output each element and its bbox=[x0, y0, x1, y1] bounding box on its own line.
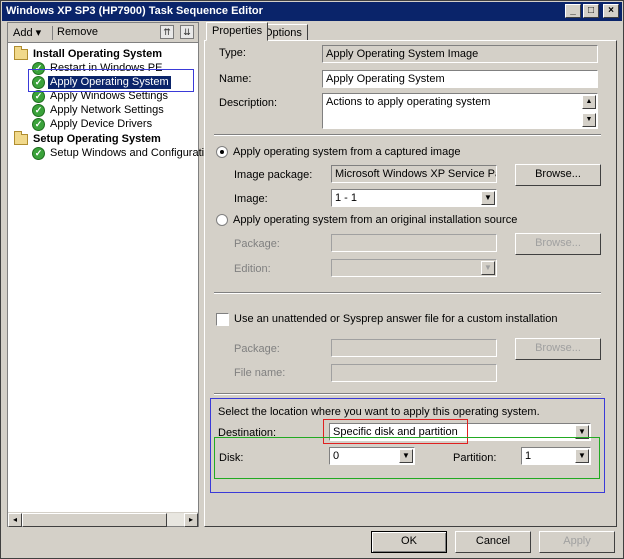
move-up-icon[interactable]: ⇈ bbox=[160, 25, 174, 39]
type-label: Type: bbox=[219, 47, 246, 59]
answer-package-browse-button[interactable]: Browse... bbox=[515, 338, 601, 360]
tab-properties[interactable]: Properties bbox=[206, 22, 269, 41]
tree-toolbar: Add ▾ Remove ⇈ ⇊ bbox=[8, 23, 198, 43]
window-title: Windows XP SP3 (HP7900) Task Sequence Ed… bbox=[6, 5, 263, 17]
partition-select[interactable]: 1 ▼ bbox=[521, 447, 591, 465]
task-sequence-editor-window: Windows XP SP3 (HP7900) Task Sequence Ed… bbox=[0, 0, 624, 559]
add-menu-button[interactable]: Add ▾ bbox=[11, 26, 43, 40]
tree-horizontal-scrollbar[interactable]: ◂ ▸ bbox=[8, 512, 198, 527]
window-controls: _ □ × bbox=[565, 4, 619, 18]
chevron-down-icon: ▾ bbox=[35, 27, 42, 39]
move-buttons: ⇈ ⇊ bbox=[160, 25, 194, 39]
chevron-down-icon: ▼ bbox=[481, 261, 495, 275]
tree-group-setup-os[interactable]: Setup Operating System bbox=[14, 130, 163, 146]
apply-button[interactable]: Apply bbox=[539, 531, 615, 553]
section-divider bbox=[214, 292, 601, 294]
image-package-field: Microsoft Windows XP Service Pack 3 bbox=[331, 165, 497, 183]
image-package-label: Image package: bbox=[234, 169, 313, 181]
chevron-down-icon[interactable]: ▼ bbox=[399, 449, 413, 463]
tree-group-install-os[interactable]: Install Operating System bbox=[14, 45, 164, 61]
tree-item-apply-network-settings[interactable]: ✓ Apply Network Settings bbox=[32, 103, 166, 117]
move-down-icon[interactable]: ⇊ bbox=[180, 25, 194, 39]
section-divider bbox=[214, 393, 601, 395]
scroll-left-icon[interactable]: ◂ bbox=[8, 513, 22, 527]
tree-group-label: Setup Operating System bbox=[33, 132, 161, 145]
image-select-value: 1 - 1 bbox=[335, 192, 358, 204]
answer-package-label: Package: bbox=[234, 343, 280, 355]
answer-file-checkbox[interactable] bbox=[216, 313, 229, 326]
folder-icon bbox=[14, 130, 28, 145]
check-icon: ✓ bbox=[32, 117, 45, 131]
original-source-radio-label[interactable]: Apply operating system from an original … bbox=[233, 214, 517, 226]
partition-label: Partition: bbox=[453, 452, 497, 464]
package-field bbox=[331, 234, 497, 252]
image-package-browse-button[interactable]: Browse... bbox=[515, 164, 601, 186]
folder-icon bbox=[14, 45, 28, 60]
check-icon: ✓ bbox=[32, 103, 45, 117]
title-bar[interactable]: Windows XP SP3 (HP7900) Task Sequence Ed… bbox=[2, 2, 622, 21]
close-button[interactable]: × bbox=[603, 4, 619, 18]
description-text: Actions to apply operating system bbox=[326, 96, 491, 108]
toolbar-separator bbox=[52, 26, 53, 40]
name-label: Name: bbox=[219, 73, 252, 85]
edition-select: ▼ bbox=[331, 259, 497, 277]
captured-image-radio[interactable] bbox=[216, 146, 228, 158]
chevron-down-icon[interactable]: ▼ bbox=[575, 449, 589, 463]
annotation-highlight-tree-item bbox=[28, 69, 194, 92]
task-sequence-pane: Add ▾ Remove ⇈ ⇊ Install Operating Syste… bbox=[7, 22, 216, 527]
scroll-up-icon[interactable]: ▲ bbox=[582, 95, 596, 109]
location-heading: Select the location where you want to ap… bbox=[218, 406, 540, 418]
scroll-down-icon[interactable]: ▼ bbox=[582, 113, 596, 127]
filename-field bbox=[331, 364, 497, 382]
description-textarea[interactable]: Actions to apply operating system ▲ ▼ bbox=[322, 93, 598, 129]
image-select[interactable]: 1 - 1 ▼ bbox=[331, 189, 497, 207]
package-browse-button[interactable]: Browse... bbox=[515, 233, 601, 255]
disk-select-value: 0 bbox=[333, 450, 340, 462]
scroll-thumb[interactable] bbox=[22, 513, 167, 527]
image-label: Image: bbox=[234, 193, 268, 205]
check-icon: ✓ bbox=[32, 146, 45, 160]
name-input[interactable]: Apply Operating System bbox=[322, 70, 598, 88]
tree-item-apply-device-drivers[interactable]: ✓ Apply Device Drivers bbox=[32, 117, 154, 131]
disk-select[interactable]: 0 ▼ bbox=[329, 447, 415, 465]
chevron-down-icon[interactable]: ▼ bbox=[481, 191, 495, 205]
tree-item-label: Setup Windows and Configuration bbox=[50, 146, 217, 159]
package-label: Package: bbox=[234, 238, 280, 250]
answer-package-field bbox=[331, 339, 497, 357]
filename-label: File name: bbox=[234, 367, 286, 379]
partition-select-value: 1 bbox=[525, 450, 532, 462]
tree-group-label: Install Operating System bbox=[33, 47, 162, 60]
description-label: Description: bbox=[219, 97, 278, 109]
maximize-button[interactable]: □ bbox=[583, 4, 599, 18]
cancel-button[interactable]: Cancel bbox=[455, 531, 531, 553]
edition-label: Edition: bbox=[234, 263, 271, 275]
add-label: Add bbox=[13, 27, 33, 39]
answer-file-checkbox-label[interactable]: Use an unattended or Sysprep answer file… bbox=[234, 313, 557, 325]
tree-item-label: Apply Network Settings bbox=[50, 103, 164, 116]
tree-item-setup-windows[interactable]: ✓ Setup Windows and Configuration bbox=[32, 146, 218, 160]
type-field: Apply Operating System Image bbox=[322, 45, 598, 63]
section-divider bbox=[214, 134, 601, 136]
captured-image-radio-label[interactable]: Apply operating system from a captured i… bbox=[233, 146, 460, 158]
scroll-right-icon[interactable]: ▸ bbox=[184, 513, 198, 527]
minimize-button[interactable]: _ bbox=[565, 4, 581, 18]
tree-item-label: Apply Device Drivers bbox=[50, 117, 153, 130]
ok-button[interactable]: OK bbox=[371, 531, 447, 553]
original-source-radio[interactable] bbox=[216, 214, 228, 226]
remove-button[interactable]: Remove bbox=[57, 26, 98, 38]
disk-label: Disk: bbox=[219, 452, 244, 464]
